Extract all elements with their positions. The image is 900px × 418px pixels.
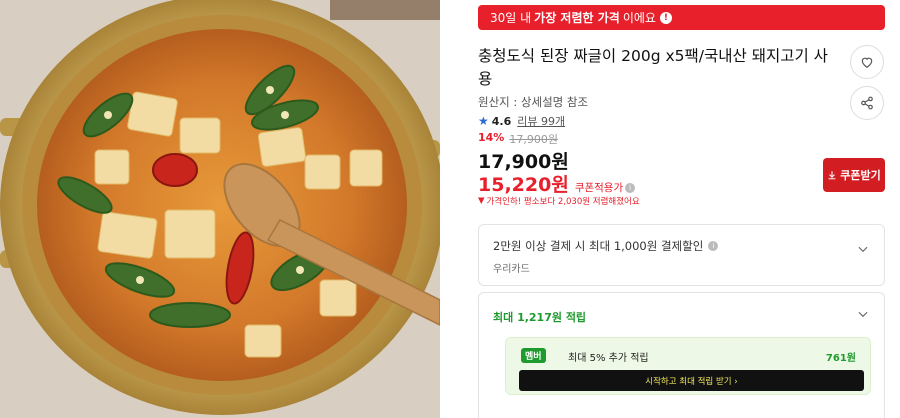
discount-percent: 14% <box>478 131 505 144</box>
info-icon[interactable]: ! <box>659 11 672 24</box>
card-name: 우리카드 <box>493 264 530 275</box>
star-icon: ★ <box>478 114 489 128</box>
discount-row: 14% 17,900원 <box>478 131 558 147</box>
product-info-panel: 30일 내 가장 저렴한 가격 이에요 ! 충청도식 된장 짜글이 200g x… <box>470 0 900 418</box>
banner-suffix: 이에요 <box>622 11 656 25</box>
max-points: 최대 1,217원 적립 <box>493 311 587 324</box>
coupon-price-row: 15,220원 쿠폰적용가 i <box>478 170 636 197</box>
origin-text: 원산지 : 상세설명 참조 <box>478 95 589 109</box>
lowest-price-banner: 30일 내 가장 저렴한 가격 이에요 ! <box>478 5 885 30</box>
rating-row: ★ 4.6 리뷰 99개 <box>478 113 565 129</box>
chevron-down-icon[interactable] <box>856 307 870 321</box>
arrow-down-icon: ▼ <box>478 196 485 206</box>
member-extra-text: 최대 5% 추가 적립 <box>568 353 649 364</box>
original-price: 17,900원 <box>509 133 558 146</box>
share-icon <box>861 96 873 110</box>
like-button[interactable] <box>850 45 884 79</box>
banner-prefix: 30일 내 <box>490 11 532 25</box>
membership-cta-button[interactable]: 시작하고 최대 적립 받기 › <box>519 370 864 391</box>
download-icon <box>828 171 836 180</box>
member-amount: 761원 <box>825 353 856 364</box>
info-icon[interactable]: i <box>625 183 636 193</box>
coupon-tag-label: 쿠폰적용가 <box>574 182 624 194</box>
coupon-tag: 쿠폰적용가 i <box>574 180 636 195</box>
chevron-down-icon[interactable] <box>856 242 870 256</box>
membership-box: 멤버 최대 5% 추가 적립 761원 시작하고 최대 적립 받기 › <box>505 337 871 395</box>
info-icon[interactable]: i <box>708 241 719 251</box>
member-badge: 멤버 <box>521 348 546 363</box>
coupon-button-label: 쿠폰받기 <box>840 169 881 182</box>
share-button[interactable] <box>850 86 884 120</box>
banner-highlight: 가장 저렴한 가격 <box>534 11 620 25</box>
points-panel: 최대 1,217원 적립 멤버 최대 5% 추가 적립 761원 시작하고 최대… <box>478 292 885 418</box>
product-title: 충청도식 된장 짜글이 200g x5팩/국내산 돼지고기 사용 <box>478 47 828 88</box>
review-link[interactable]: 리뷰 99개 <box>517 113 565 129</box>
coupon-download-button[interactable]: 쿠폰받기 <box>823 158 885 192</box>
heart-icon <box>861 57 873 68</box>
card-discount-panel[interactable]: 2만원 이상 결제 시 최대 1,000원 결제할인 i 우리카드 <box>478 224 885 286</box>
price-drop-text: 가격인하! 평소보다 2,030원 저렴해졌어요 <box>486 197 640 207</box>
price-drop-note: ▼ 가격인하! 평소보다 2,030원 저렴해졌어요 <box>478 195 640 207</box>
product-image <box>0 0 440 418</box>
card-discount-text: 2만원 이상 결제 시 최대 1,000원 결제할인 <box>493 239 704 253</box>
coupon-price: 15,220원 <box>478 174 569 196</box>
card-discount-line: 2만원 이상 결제 시 최대 1,000원 결제할인 i <box>493 238 719 254</box>
rating-value: 4.6 <box>491 114 512 128</box>
